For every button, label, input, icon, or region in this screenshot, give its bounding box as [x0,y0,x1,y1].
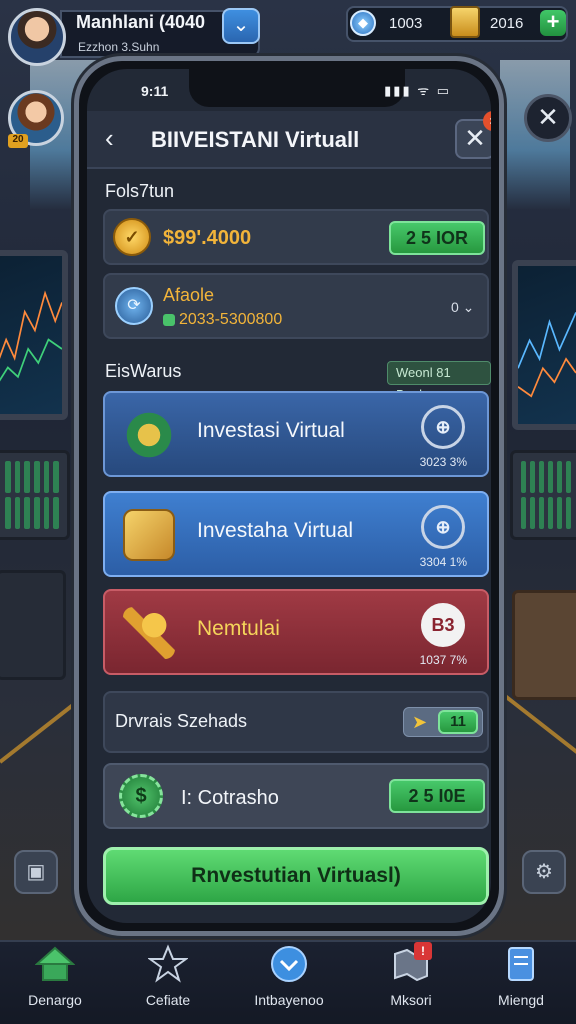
nav-label: Cefiate [145,992,191,1008]
money-gear-icon: $ [119,774,163,818]
status-icons: ▮▮▮ ᯤ ▭ [384,83,451,98]
house-icon [35,946,75,981]
gem-icon: ◆ [350,10,376,36]
balance-row: ✓ $99'.4000 2 5 IOR [103,209,489,265]
investment-card-badge: ⊕ [421,505,465,549]
bonus-row[interactable]: Drvrais Szehads ➤ 11 [103,691,489,753]
phone-screen: 9:11 ▮▮▮ ᯤ ▭ ‹ BIIVEISTANI Virtuall ✕ × … [87,69,491,923]
chevron-badge-icon [271,946,307,982]
nav-item-center[interactable]: Intbayenoo [234,944,344,1020]
investment-card[interactable]: Nemtulai B3 1037 7% [103,589,489,675]
investment-card-percent: 3023 3% [419,455,467,469]
shield-icon: ⟳ [115,287,153,325]
status-dot-icon [163,313,175,326]
key-icon [123,607,175,659]
player-avatar[interactable] [8,8,66,66]
nav-item-documents[interactable]: Miengd [466,944,576,1020]
floor-stripe [498,690,576,768]
trading-monitor-right [512,260,576,430]
investment-card-title: Nemtulai [197,617,280,640]
player-sub-text: Ezzhon 3.Suhn [78,40,160,54]
bonus-counter: 11 [438,710,478,734]
profile-dropdown-button[interactable]: ⌄ [222,8,260,44]
balance-value: $99'.4000 [163,227,252,249]
chevron-left-icon: ‹ [105,123,114,153]
gear-icon: ⚙ [535,861,553,883]
trading-monitor-left [0,250,68,420]
nav-label: Mksori [390,992,432,1008]
chevron-down-icon: ⌄ [232,14,250,36]
investment-card-percent: 3304 1% [419,555,467,569]
add-currency-button[interactable]: + [540,10,566,36]
cash-label: I: Cotrasho [181,787,279,809]
investment-card-badge: ⊕ [421,405,465,449]
coin-icon: ✓ [113,218,151,256]
gem-count: 1003 [389,15,423,32]
investment-card-title: Investaha Virtual [197,519,354,542]
phone-frame: 9:11 ▮▮▮ ᯤ ▭ ‹ BIIVEISTANI Virtuall ✕ × … [74,56,504,936]
gold-count: 2016 [490,15,524,32]
player-name: Manhlani (4040 [76,12,206,32]
investment-emblem-icon [123,409,175,461]
arrow-icon: ➤ [412,712,428,732]
nav-label: Denargo [28,992,82,1008]
asset-change: 0 ⌄ [451,299,475,315]
inventory-side-button[interactable]: ▣ [14,850,58,894]
control-console-left [0,450,70,540]
investments-section-label: EisWarus [105,361,182,381]
close-icon: ✕ [464,123,486,153]
app-title: BIIVEISTANI Virtuall [151,127,360,152]
nav-label: Miengd [498,992,544,1008]
gold-bars-icon [450,6,480,38]
back-button[interactable]: ‹ [105,123,135,153]
status-time: 9:11 [141,83,169,99]
balance-action-button[interactable]: 2 5 IOR [389,221,485,255]
server-rack-left [0,570,66,680]
close-icon: ✕ [537,102,559,132]
investment-card-badge: B3 [421,603,465,647]
asset-value-text: 2033-5300800 [179,311,283,328]
phone-notch [189,69,405,107]
nav-item-map[interactable]: ! Mksori [356,942,466,1020]
star-icon [148,944,188,983]
bonus-counter-control[interactable]: ➤ 11 [403,707,483,737]
control-console-right [510,450,576,540]
asset-name: Afaole [163,285,215,305]
cash-action-button[interactable]: 2 5 I0E [389,779,485,813]
settings-side-button[interactable]: ⚙ [522,850,566,894]
nav-item-favorites[interactable]: Cefiate [113,944,223,1020]
investment-card[interactable]: Investaha Virtual ⊕ 3304 1% [103,491,489,577]
close-overlay-button[interactable]: ✕ [524,94,572,142]
chair-right [512,590,576,700]
invest-cta-button[interactable]: Rnvestutian Virtuasl) [103,847,489,905]
nav-label: Intbayenoo [254,992,324,1008]
cube-icon: ▣ [26,861,46,883]
investment-card-title: Investasi Virtual [197,419,345,442]
player-subtitle: Ezzhon 3.Suhn [78,40,159,54]
asset-value: 2033-5300800 [163,311,282,329]
envelope-gold-icon [123,509,175,561]
balance-section-label: Fols7tun [105,181,175,201]
cash-row[interactable]: $ I: Cotrasho 2 5 I0E [103,763,489,829]
nav-item-home[interactable]: Denargo [0,944,110,1020]
investment-card[interactable]: Investasi Virtual ⊕ 3023 3% [103,391,489,477]
document-icon [508,947,534,981]
asset-row[interactable]: ⟳ Afaole 2033-5300800 0 ⌄ [103,273,489,339]
investment-card-percent: 1037 7% [419,653,467,667]
nav-notification-badge: ! [414,942,432,960]
friend-level-badge: 20 [8,134,28,148]
bonus-label: Drvrais Szehads [115,711,248,731]
investments-tag: Weonl 81 Beole [387,361,491,402]
